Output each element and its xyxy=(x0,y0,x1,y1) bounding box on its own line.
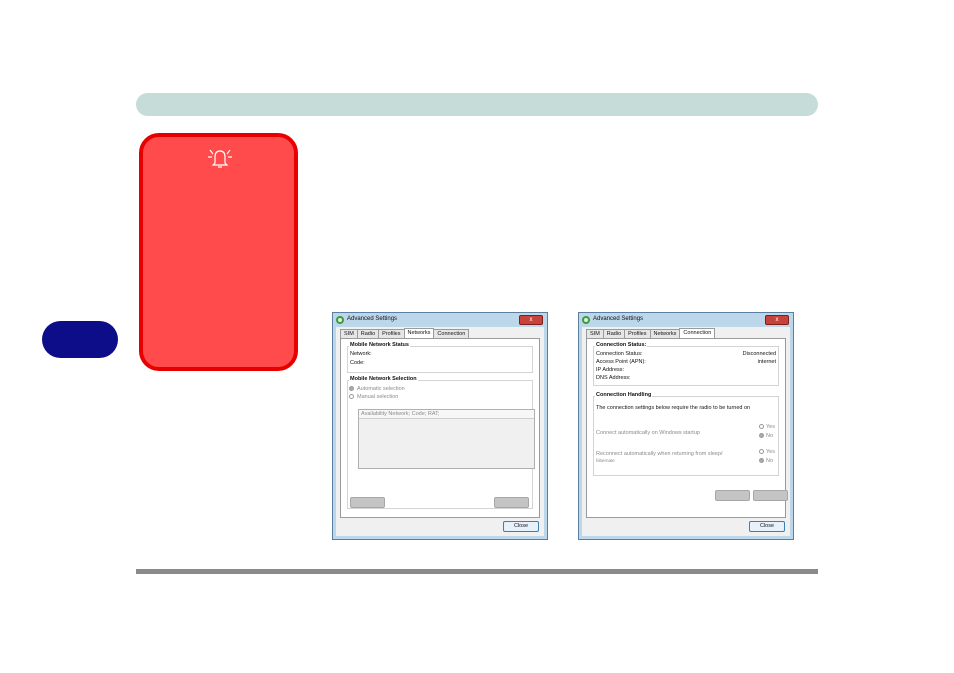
mobile-network-status-group: Mobile Network Status Network: Code: xyxy=(347,342,533,373)
tab-strip: SIM Radio Profiles Networks Connection xyxy=(340,328,470,339)
connection-handling-group: Connection Handling The connection setti… xyxy=(593,392,779,476)
connection-status-label: Connection Status: xyxy=(596,351,643,357)
disabled-left-button xyxy=(715,490,750,501)
group-title: Mobile Network Selection xyxy=(349,376,418,382)
ip-address-label: IP Address: xyxy=(596,367,625,373)
group-title: Connection Handling xyxy=(595,392,653,398)
app-icon xyxy=(582,316,590,324)
manual-selection-label: Manual selection xyxy=(357,394,399,400)
automatic-selection-radio[interactable] xyxy=(349,386,354,391)
advanced-settings-networks-window: Advanced Settings x SIM Radio Profiles N… xyxy=(332,312,548,540)
apn-value: internet xyxy=(757,359,776,365)
connection-status-value: Disconnected xyxy=(742,351,776,357)
close-button[interactable]: Close xyxy=(749,521,785,532)
group-title: Connection Status: xyxy=(595,342,648,348)
footer-rule xyxy=(136,569,818,574)
resume-no-label: No xyxy=(766,458,774,464)
startup-yes-radio[interactable] xyxy=(759,424,764,429)
title-bar: Advanced Settings x xyxy=(579,313,793,327)
tab-strip: SIM Radio Profiles Networks Connection xyxy=(586,328,716,339)
disabled-right-button xyxy=(494,497,529,508)
code-label: Code: xyxy=(350,360,365,366)
list-header: Availability Network; Code; RAT; xyxy=(359,410,534,419)
startup-yes-label: Yes xyxy=(766,424,775,430)
disabled-right-button xyxy=(753,490,788,501)
mobile-network-selection-group: Mobile Network Selection Automatic selec… xyxy=(347,376,535,509)
resume-yes-radio[interactable] xyxy=(759,449,764,454)
header-bar xyxy=(136,93,818,116)
resume-no-radio[interactable] xyxy=(759,458,764,463)
connection-status-group: Connection Status: Connection Status: Di… xyxy=(593,342,779,386)
available-networks-list[interactable]: Availability Network; Code; RAT; xyxy=(358,409,535,469)
apn-label: Access Point (APN): xyxy=(596,359,646,365)
bell-alert-icon xyxy=(208,149,232,168)
radio-required-note: The connection settings below require th… xyxy=(596,405,751,411)
window-client: SIM Radio Profiles Networks Connection M… xyxy=(336,327,544,536)
close-button[interactable]: Close xyxy=(503,521,539,532)
networks-panel: Mobile Network Status Network: Code: Mob… xyxy=(340,338,540,518)
manual-selection-radio[interactable] xyxy=(349,394,354,399)
warning-box xyxy=(139,133,298,371)
automatic-selection-label: Automatic selection xyxy=(357,386,405,392)
startup-no-label: No xyxy=(766,433,774,439)
resume-yes-label: Yes xyxy=(766,449,775,455)
reconnect-on-resume-label: Reconnect automatically when returning f… xyxy=(596,451,723,457)
network-label: Network: xyxy=(350,351,372,357)
window-title: Advanced Settings xyxy=(593,316,644,322)
connect-on-startup-label: Connect automatically on Windows startup xyxy=(596,430,700,436)
disabled-left-button xyxy=(350,497,385,508)
connection-panel: Connection Status: Connection Status: Di… xyxy=(586,338,788,518)
chapter-tab xyxy=(42,321,118,358)
startup-no-radio[interactable] xyxy=(759,433,764,438)
window-client: SIM Radio Profiles Networks Connection C… xyxy=(582,327,790,536)
group-title: Mobile Network Status xyxy=(349,342,410,348)
reconnect-on-resume-label-cont: hibernate xyxy=(596,458,615,463)
window-close-button[interactable]: x xyxy=(519,315,543,325)
window-close-button[interactable]: x xyxy=(765,315,789,325)
window-title: Advanced Settings xyxy=(347,316,398,322)
advanced-settings-connection-window: Advanced Settings x SIM Radio Profiles N… xyxy=(578,312,794,540)
app-icon xyxy=(336,316,344,324)
dns-address-label: DNS Address: xyxy=(596,375,631,381)
title-bar: Advanced Settings x xyxy=(333,313,547,327)
